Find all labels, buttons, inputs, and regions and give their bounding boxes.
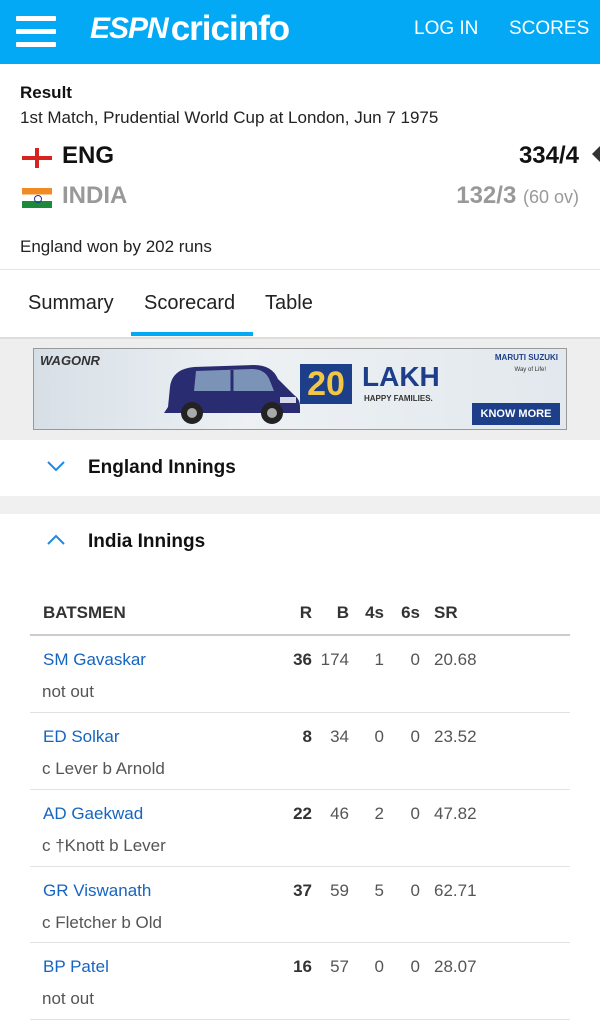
top-bar: ESPNcricinfo LOG IN SCORES: [0, 0, 600, 64]
table-row: BP Patel not out 16 57 0 0 28.07: [0, 943, 600, 1020]
row-divider: [30, 1019, 570, 1020]
england-flag-icon: [22, 148, 52, 168]
match-result: England won by 202 runs: [20, 237, 212, 256]
dismissal: c Lever b Arnold: [42, 759, 165, 778]
hamburger-menu-icon[interactable]: [14, 12, 58, 52]
section-separator: [0, 496, 600, 514]
strike-rate: 23.52: [434, 727, 477, 746]
divider: [0, 269, 600, 270]
table-row: AD Gaekwad c †Knott b Lever 22 46 2 0 47…: [0, 790, 600, 867]
column-header-strike-rate: SR: [434, 603, 458, 622]
column-header-fours: 4s: [365, 603, 384, 622]
ad-badge: 20: [300, 364, 352, 404]
menu-line: [16, 16, 56, 21]
car-image: [164, 365, 300, 424]
fours: 5: [374, 881, 384, 900]
balls: 57: [330, 957, 349, 976]
runs: 37: [293, 881, 312, 900]
runs: 8: [302, 727, 312, 746]
fours: 1: [374, 650, 384, 669]
dismissal: not out: [42, 989, 94, 1008]
sixes: 0: [410, 727, 420, 746]
team1-score: 334/4: [518, 142, 579, 169]
balls: 46: [330, 804, 349, 823]
sixes: 0: [410, 650, 420, 669]
india-flag-icon: [22, 188, 52, 208]
team1-name: ENG: [62, 142, 115, 169]
table-row: SM Gavaskar not out 36 174 1 0 20.68: [0, 636, 600, 713]
india-innings-toggle[interactable]: India Innings: [0, 514, 600, 570]
column-header-runs: R: [299, 603, 312, 622]
espncricinfo-logo[interactable]: ESPNcricinfo: [90, 9, 290, 49]
ad-tagline: Way of Life!: [514, 367, 546, 373]
logo-cricinfo: cricinfo: [170, 9, 290, 48]
dismissal: c †Knott b Lever: [42, 836, 166, 855]
column-header-balls: B: [336, 603, 349, 622]
column-header-sixes: 6s: [401, 603, 420, 622]
fours: 0: [374, 727, 384, 746]
chevron-up-icon: [47, 534, 65, 545]
runs: 36: [293, 650, 312, 669]
column-header-batsmen: BATSMEN: [43, 603, 126, 622]
strike-rate: 62.71: [434, 881, 477, 900]
batsman-name[interactable]: AD Gaekwad: [43, 804, 143, 824]
sixes: 0: [410, 804, 420, 823]
table-row: ED Solkar c Lever b Arnold 8 34 0 0 23.5…: [0, 713, 600, 790]
team2-name: INDIA: [62, 182, 128, 209]
active-tab-indicator: [131, 332, 253, 336]
england-innings-label: England Innings: [88, 457, 236, 478]
fours: 0: [374, 957, 384, 976]
balls: 174: [320, 650, 349, 669]
dismissal: c Fletcher b Old: [42, 913, 162, 932]
batsman-name[interactable]: SM Gavaskar: [43, 650, 146, 670]
runs: 16: [293, 957, 312, 976]
logo-espn: ESPN: [90, 12, 169, 45]
fours: 2: [374, 804, 384, 823]
chevron-down-icon: [47, 461, 65, 472]
india-innings-label: India Innings: [88, 531, 206, 552]
team2-score: 132/3: [456, 182, 517, 209]
ad-banner[interactable]: WAGONR 20 LAKH HAPPY FAMILIES. MARUTI SU…: [33, 348, 567, 430]
team1-row: ENG: [20, 142, 600, 174]
batsman-name[interactable]: ED Solkar: [43, 727, 120, 747]
ad-brand: WAGONR: [40, 353, 100, 368]
sixes: 0: [410, 881, 420, 900]
team2-score-block: 132/3 (60 ov): [456, 182, 579, 210]
tab-table[interactable]: Table: [265, 292, 313, 315]
tab-summary[interactable]: Summary: [28, 292, 114, 315]
scores-link[interactable]: SCORES: [509, 18, 589, 40]
menu-line: [16, 29, 56, 34]
balls: 34: [330, 727, 349, 746]
strike-rate: 20.68: [434, 650, 477, 669]
know-more-button[interactable]: KNOW MORE: [472, 403, 560, 425]
balls: 59: [330, 881, 349, 900]
sixes: 0: [410, 957, 420, 976]
login-link[interactable]: LOG IN: [414, 18, 478, 40]
team2-overs: (60 ov): [522, 187, 579, 207]
batsman-name[interactable]: BP Patel: [43, 957, 109, 977]
tab-scorecard[interactable]: Scorecard: [144, 292, 235, 315]
match-status: Result: [20, 83, 72, 102]
batsman-name[interactable]: GR Viswanath: [43, 881, 151, 901]
table-row: GR Viswanath c Fletcher b Old 37 59 5 0 …: [0, 867, 600, 944]
match-description: 1st Match, Prudential World Cup at Londo…: [20, 108, 439, 127]
batting-indicator-icon: [592, 146, 600, 162]
dismissal: not out: [42, 682, 94, 701]
ad-headline: LAKH: [362, 361, 440, 392]
runs: 22: [293, 804, 312, 823]
strike-rate: 28.07: [434, 957, 477, 976]
ad-maker-logo: MARUTI SUZUKI: [494, 353, 558, 362]
strike-rate: 47.82: [434, 804, 477, 823]
menu-line: [16, 42, 56, 47]
ad-subline: HAPPY FAMILIES.: [364, 394, 433, 403]
england-innings-toggle[interactable]: England Innings: [0, 440, 600, 496]
